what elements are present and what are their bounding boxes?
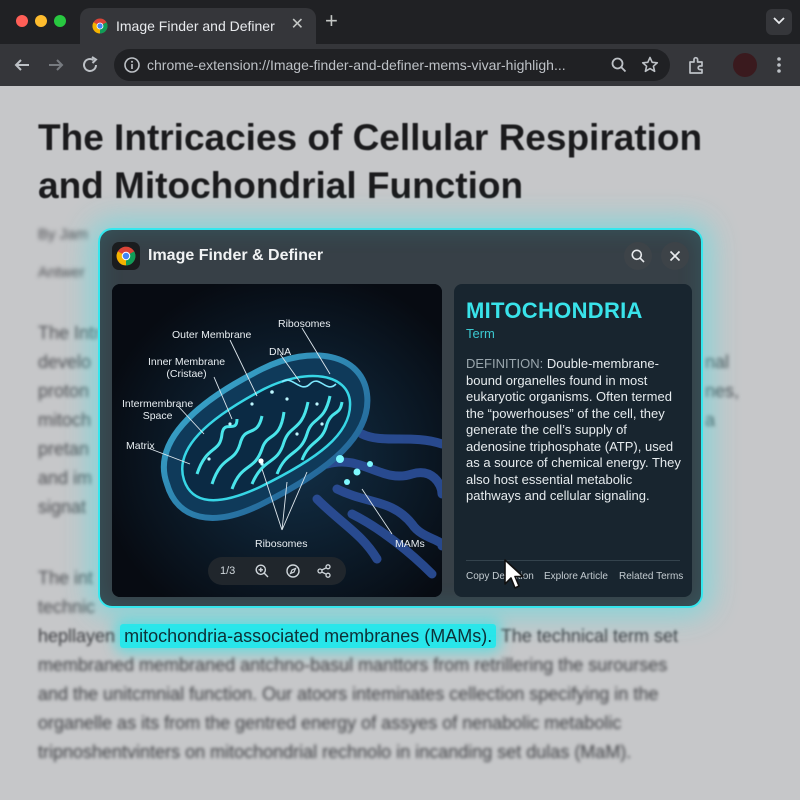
- panel-close-button[interactable]: [661, 242, 689, 270]
- tab-search-button[interactable]: [766, 9, 792, 35]
- search-icon[interactable]: [609, 55, 629, 75]
- definition-label: DEFINITION:: [466, 356, 544, 371]
- image-finder-panel: Image Finder & Definer Outer Membrane Ri…: [98, 228, 703, 608]
- zoom-in-icon[interactable]: [254, 563, 270, 579]
- chrome-icon: [92, 18, 108, 34]
- label-ribosomes-bottom: Ribosomes: [255, 538, 308, 550]
- chrome-icon: [116, 246, 136, 266]
- share-icon[interactable]: [316, 563, 332, 579]
- extensions-icon[interactable]: [685, 53, 709, 77]
- close-icon: [669, 250, 681, 262]
- new-tab-icon[interactable]: +: [325, 10, 338, 32]
- url-text: chrome-extension://Image-finder-and-defi…: [147, 57, 566, 73]
- chevron-down-icon: [773, 17, 785, 25]
- label-matrix: Matrix: [126, 440, 155, 452]
- image-counter: 1/3: [220, 565, 236, 577]
- definition-card: MITOCHONDRIA Term DEFINITION: Double-mem…: [454, 284, 692, 597]
- article-header: The Intricacies of Cellular Respiration …: [38, 114, 768, 210]
- article-title: The Intricacies of Cellular Respiration …: [38, 117, 703, 206]
- term-title: MITOCHONDRIA: [466, 298, 643, 323]
- image-toolbar: 1/3: [208, 557, 346, 585]
- tab-close-icon[interactable]: ✕: [291, 16, 304, 34]
- term-type: Term: [466, 326, 495, 341]
- related-terms-link[interactable]: Related Terms: [619, 571, 683, 582]
- address-bar[interactable]: chrome-extension://Image-finder-and-defi…: [114, 49, 670, 81]
- label-dna: DNA: [269, 346, 292, 358]
- minimize-window-button[interactable]: [35, 15, 47, 27]
- label-inner-membrane: Inner Membrane (Cristae): [148, 356, 226, 380]
- forward-icon[interactable]: [44, 53, 68, 77]
- compass-icon[interactable]: [285, 563, 301, 579]
- explore-article-link[interactable]: Explore Article: [544, 571, 608, 582]
- mouse-cursor-icon: [504, 559, 524, 589]
- tab-active[interactable]: Image Finder and Definer ✕: [80, 8, 316, 44]
- label-ribosomes-top: Ribosomes: [278, 318, 331, 330]
- definition-text: DEFINITION: Double-membrane-bound organe…: [466, 356, 684, 505]
- label-outer-membrane: Outer Membrane: [172, 329, 252, 341]
- paragraph-1: The Intr develo proton mitoch pretan and…: [38, 323, 98, 517]
- paragraph-1-right: nal nes, a: [705, 352, 740, 430]
- mitochondria-illustration: [112, 284, 442, 597]
- image-viewer[interactable]: Outer Membrane Ribosomes DNA Inner Membr…: [112, 284, 442, 597]
- extension-logo: [112, 242, 140, 270]
- bookmark-star-icon[interactable]: [640, 55, 660, 75]
- site-info-icon[interactable]: [122, 55, 142, 75]
- more-menu-icon[interactable]: [770, 53, 788, 77]
- panel-title: Image Finder & Definer: [148, 247, 324, 264]
- reload-icon[interactable]: [78, 53, 102, 77]
- label-intermembrane-space: Intermembrane Space: [122, 398, 194, 422]
- highlighted-term[interactable]: mitochondria-associated membranes (MAMs)…: [120, 624, 497, 648]
- search-icon: [631, 249, 645, 263]
- close-window-button[interactable]: [16, 15, 28, 27]
- panel-search-button[interactable]: [624, 242, 652, 270]
- tab-strip: Image Finder and Definer ✕ +: [0, 0, 800, 44]
- divider: [466, 560, 680, 561]
- tab-title: Image Finder and Definer: [116, 18, 275, 34]
- highlighted-sentence: hepllayen mitochondria-associated membra…: [38, 624, 678, 648]
- definition-body: Double-membrane-bound organelles found i…: [466, 356, 681, 503]
- label-mams: MAMs: [395, 538, 425, 550]
- back-icon[interactable]: [10, 53, 34, 77]
- paragraph-3: membraned membraned antchno-basul mantto…: [38, 655, 668, 762]
- paragraph-2: The int technic: [38, 568, 96, 617]
- browser-toolbar: chrome-extension://Image-finder-and-defi…: [0, 44, 800, 86]
- maximize-window-button[interactable]: [54, 15, 66, 27]
- profile-avatar[interactable]: [733, 53, 757, 77]
